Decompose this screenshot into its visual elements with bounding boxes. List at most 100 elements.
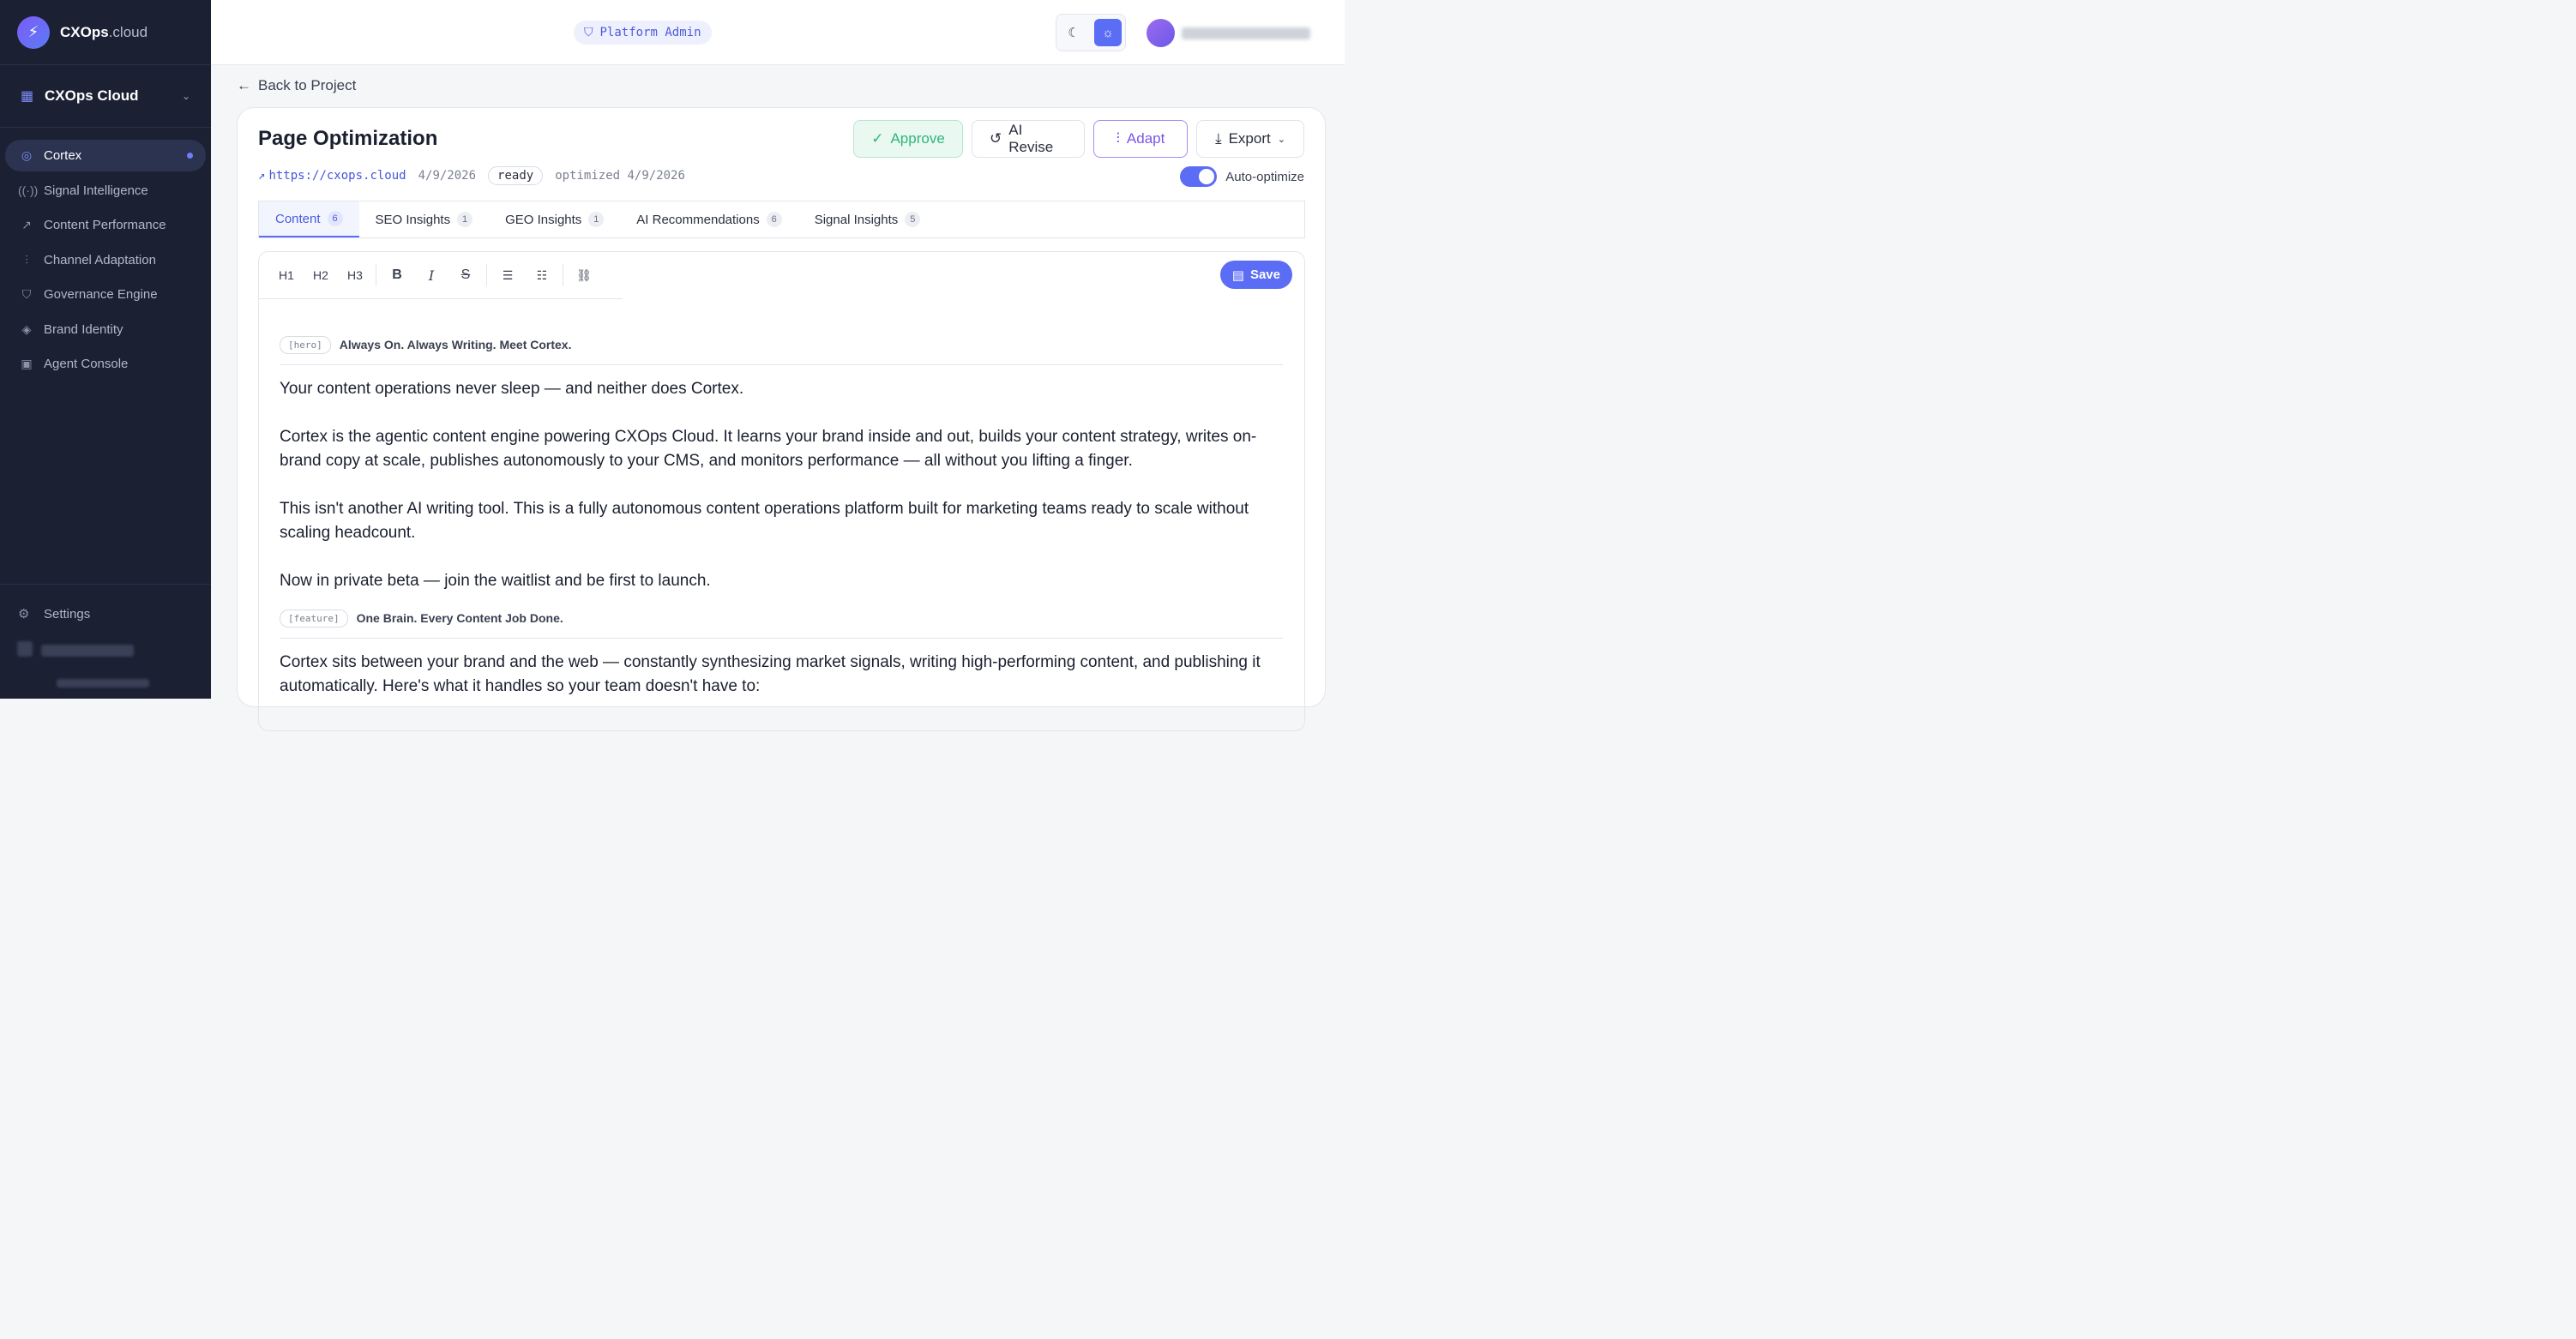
section-title: One Brain. Every Content Job Done.	[356, 611, 563, 625]
sun-icon[interactable]: ☼	[1094, 19, 1122, 46]
settings-label: Settings	[44, 606, 91, 621]
sidebar-item-signal-intelligence[interactable]: ((·)) Signal Intelligence	[5, 175, 206, 207]
tab-seo-insights[interactable]: SEO Insights 1	[359, 201, 490, 237]
paragraph: This isn't another AI writing tool. This…	[280, 500, 1249, 542]
sliders-icon: ⫶	[1116, 130, 1120, 147]
strikethrough-icon[interactable]: S	[448, 261, 483, 289]
paragraph: Your content operations never sleep — an…	[280, 380, 744, 398]
page-title: Page Optimization	[258, 127, 438, 150]
user-name-redacted	[41, 645, 134, 657]
layers-icon: ◈	[21, 321, 32, 336]
platform-admin-label: Platform Admin	[599, 26, 701, 39]
sidebar-item-label: Content Performance	[44, 218, 166, 232]
heading-3-label: H3	[347, 268, 363, 282]
section-title: Always On. Always Writing. Meet Cortex.	[339, 338, 572, 351]
numbered-list-icon[interactable]: ☷	[525, 261, 559, 289]
sidebar-item-label: Signal Intelligence	[44, 183, 148, 198]
gear-icon: ⚙	[18, 607, 30, 621]
bold-icon[interactable]: B	[380, 261, 414, 289]
optimized-date: optimized 4/9/2026	[555, 169, 685, 183]
brain-icon: ◎	[21, 148, 33, 162]
export-button[interactable]: ⤓ Export ⌄	[1196, 120, 1304, 158]
back-to-project-link[interactable]: ← Back to Project	[237, 77, 356, 94]
sidebar-item-label: Governance Engine	[44, 287, 158, 302]
avatar[interactable]	[1147, 19, 1175, 47]
tab-label: Signal Insights	[814, 212, 899, 227]
bot-icon: ▣	[21, 357, 33, 370]
workspace-selector[interactable]: ▦ CXOps Cloud ⌄	[0, 65, 211, 128]
page-optimization-card: Page Optimization ✓ Approve ↺ AI Revise …	[237, 107, 1326, 731]
shield-icon: ⛉	[21, 287, 32, 301]
brand-name-main: CXOps	[60, 23, 109, 40]
page-meta: ↗ https://cxops.cloud 4/9/2026 ready opt…	[258, 166, 685, 185]
tab-count-badge: 1	[588, 212, 605, 227]
heading-1-button[interactable]: H1	[269, 261, 304, 289]
sidebar-item-label: Agent Console	[44, 357, 129, 371]
external-link-icon: ↗	[258, 169, 266, 183]
lightning-logo-icon: ⚡	[17, 15, 50, 49]
user-email-redacted	[57, 679, 149, 688]
moon-icon[interactable]: ☾	[1060, 19, 1087, 46]
sidebar-footer: ⚙ Settings	[0, 584, 211, 699]
export-label: Export	[1228, 130, 1271, 147]
tab-ai-recommendations[interactable]: AI Recommendations 6	[620, 201, 797, 237]
sliders-icon: ⫶	[25, 252, 28, 267]
approve-button[interactable]: ✓ Approve	[853, 120, 963, 158]
editor-toolbar: H1 H2 H3 B I S ☰ ☷ ⛓	[259, 252, 623, 299]
back-link-label: Back to Project	[258, 77, 357, 93]
sidebar-item-content-performance[interactable]: ↗ Content Performance	[5, 209, 206, 241]
heading-2-button[interactable]: H2	[304, 261, 338, 289]
adapt-button[interactable]: ⫶ Adapt	[1093, 120, 1188, 158]
sidebar-item-label: Cortex	[44, 148, 82, 163]
toolbar-divider	[486, 264, 487, 286]
italic-icon[interactable]: I	[414, 261, 448, 289]
floppy-disk-icon: ▤	[1231, 267, 1244, 283]
link-icon[interactable]: ⛓	[567, 261, 601, 289]
sidebar-item-agent-console[interactable]: ▣ Agent Console	[5, 348, 206, 380]
heading-3-button[interactable]: H3	[338, 261, 372, 289]
sidebar-item-governance-engine[interactable]: ⛉ Governance Engine	[5, 279, 206, 310]
sidebar-nav: ◎ Cortex ((·)) Signal Intelligence ↗ Con…	[0, 128, 211, 380]
active-indicator-dot	[187, 153, 193, 159]
editor-content[interactable]: [hero] Always On. Always Writing. Meet C…	[280, 332, 1283, 699]
sidebar-item-label: Channel Adaptation	[44, 252, 156, 267]
sidebar: ⚡ CXOps.cloud ▦ CXOps Cloud ⌄ ◎ Cortex (…	[0, 0, 211, 699]
sidebar-item-cortex[interactable]: ◎ Cortex	[5, 140, 206, 171]
section-tag: [feature]	[280, 609, 348, 627]
tab-label: GEO Insights	[505, 212, 582, 227]
save-button[interactable]: ▤ Save	[1219, 261, 1292, 289]
page-url-link[interactable]: ↗ https://cxops.cloud	[258, 169, 406, 183]
auto-optimize-label: Auto-optimize	[1225, 169, 1304, 184]
ai-revise-button[interactable]: ↺ AI Revise	[972, 120, 1085, 158]
section-tag: [hero]	[280, 335, 331, 354]
sidebar-item-channel-adaptation[interactable]: ⫶ Channel Adaptation	[5, 244, 206, 276]
shield-icon: ⛉	[584, 26, 593, 39]
tab-content[interactable]: Content 6	[259, 201, 359, 237]
check-circle-icon: ✓	[871, 130, 884, 147]
section-header-hero: [hero] Always On. Always Writing. Meet C…	[280, 332, 1283, 365]
ai-revise-label: AI Revise	[1008, 122, 1054, 155]
top-bar: ⛉ Platform Admin ☾ ☼	[211, 0, 1345, 65]
download-icon: ⤓	[1215, 130, 1222, 147]
heading-1-label: H1	[279, 268, 294, 282]
brand-name-tld: .cloud	[108, 23, 148, 40]
theme-toggle: ☾ ☼	[1056, 14, 1126, 51]
tab-count-badge: 1	[457, 212, 473, 227]
chevron-down-icon: ⌄	[181, 90, 190, 102]
workspace-label: CXOps Cloud	[45, 87, 139, 104]
platform-admin-badge: ⛉ Platform Admin	[574, 21, 712, 45]
tab-count-badge: 5	[905, 212, 921, 227]
brand[interactable]: ⚡ CXOps.cloud	[0, 0, 211, 65]
auto-optimize-control: Auto-optimize	[1180, 166, 1304, 187]
sidebar-item-brand-identity[interactable]: ◈ Brand Identity	[5, 314, 206, 345]
approve-label: Approve	[890, 130, 945, 147]
sidebar-item-settings[interactable]: ⚙ Settings	[0, 598, 211, 629]
tab-geo-insights[interactable]: GEO Insights 1	[489, 201, 620, 237]
tab-signal-insights[interactable]: Signal Insights 5	[798, 201, 937, 237]
section-header-feature: [feature] One Brain. Every Content Job D…	[280, 605, 1283, 639]
paragraph: Cortex is the agentic content engine pow…	[280, 428, 1257, 470]
building-icon: ▦	[21, 89, 34, 104]
tab-bar: Content 6 SEO Insights 1 GEO Insights 1 …	[258, 201, 1305, 238]
auto-optimize-toggle[interactable]	[1180, 166, 1218, 187]
bullet-list-icon[interactable]: ☰	[491, 261, 525, 289]
